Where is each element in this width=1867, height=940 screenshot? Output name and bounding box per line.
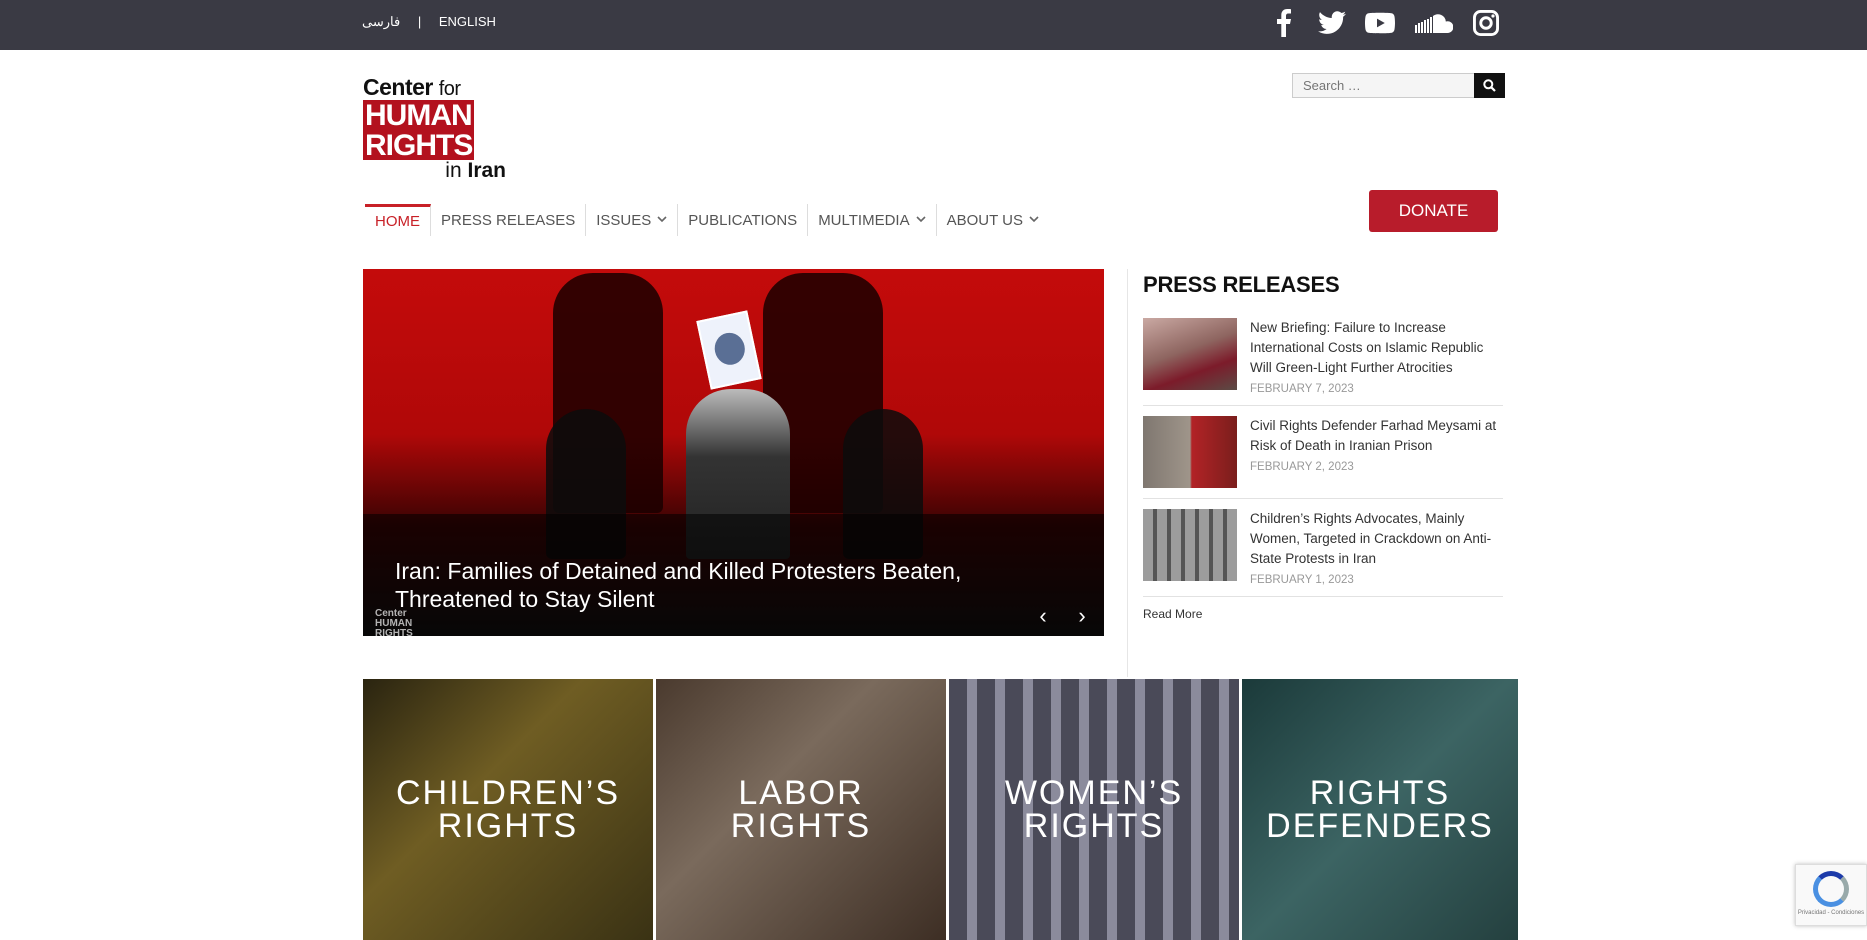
recaptcha-badge[interactable]: Privacidad - Condiciones [1795,864,1867,926]
tile-rights-defenders[interactable]: RIGHTS DEFENDERS [1242,679,1518,940]
slider-watermark-logo: Center HUMAN RIGHTS [375,608,413,637]
slider-prev-arrow[interactable]: ‹ [1033,605,1053,627]
press-release-title[interactable]: Civil Rights Defender Farhad Meysami at … [1250,416,1503,456]
search-button[interactable] [1474,73,1505,98]
press-release-date: FEBRUARY 2, 2023 [1250,461,1354,473]
slider-next-arrow[interactable]: › [1072,605,1092,627]
press-releases-panel: PRESS RELEASES New Briefing: Failure to … [1143,272,1503,621]
twitter-icon[interactable] [1317,8,1347,38]
nav-item-multimedia[interactable]: MULTIMEDIA [808,204,937,236]
donate-button[interactable]: DONATE [1369,190,1498,232]
press-release-thumbnail[interactable] [1143,416,1237,488]
youtube-icon[interactable] [1365,8,1395,38]
column-divider [1127,269,1128,677]
nav-item-home[interactable]: HOME [365,204,431,236]
press-release-date: FEBRUARY 7, 2023 [1250,383,1354,395]
nav-item-label: ISSUES [596,211,652,229]
tile-childrens-rights[interactable]: CHILDREN’S RIGHTS [363,679,653,940]
chevron-down-icon [1029,214,1039,226]
nav-item-label: ABOUT US [946,211,1023,229]
press-release-title[interactable]: Children’s Rights Advocates, Mainly Wome… [1250,509,1503,569]
tile-label: WOMEN’S RIGHTS [1004,773,1184,845]
language-switcher: فارسی | ENGLISH [362,14,510,30]
press-release-date: FEBRUARY 1, 2023 [1250,574,1354,586]
site-logo[interactable]: Center for HUMAN RIGHTS in Iran [363,76,508,182]
press-release-item[interactable]: Children’s Rights Advocates, Mainly Wome… [1143,509,1503,597]
chevron-down-icon [916,214,926,226]
tile-label: CHILDREN’S RIGHTS [395,773,621,845]
tile-label: RIGHTS DEFENDERS [1266,773,1494,845]
logo-line-2: HUMAN [363,99,474,132]
lang-english-link[interactable]: ENGLISH [439,14,496,29]
nav-item-press-releases[interactable]: PRESS RELEASES [431,204,587,236]
issue-tiles: CHILDREN’S RIGHTS LABOR RIGHTS WOMEN’S RIGH… [363,679,1518,940]
social-links [1269,8,1501,38]
search-input[interactable] [1292,73,1474,98]
read-more-link[interactable]: Read More [1143,607,1503,621]
chevron-down-icon [657,214,667,226]
instagram-icon[interactable] [1471,8,1501,38]
press-release-item[interactable]: Civil Rights Defender Farhad Meysami at … [1143,416,1503,499]
nav-item-label: HOME [375,213,420,230]
press-release-thumbnail[interactable] [1143,318,1237,390]
nav-item-label: MULTIMEDIA [818,211,910,229]
recaptcha-icon [1813,871,1849,907]
nav-item-label: PRESS RELEASES [441,211,576,229]
logo-line-1: Center for [363,74,461,101]
main-nav: HOME PRESS RELEASES ISSUES PUBLICATIONS MULT… [365,204,1049,236]
tile-womens-rights[interactable]: WOMEN’S RIGHTS [949,679,1239,940]
logo-line-4: in Iran [445,159,506,182]
nav-item-issues[interactable]: ISSUES [586,204,679,236]
tile-label: LABOR RIGHTS [730,773,872,845]
search-form [1292,73,1505,98]
nav-item-publications[interactable]: PUBLICATIONS [678,204,809,236]
nav-item-label: PUBLICATIONS [688,211,798,229]
lang-separator: | [417,14,422,29]
press-release-thumbnail[interactable] [1143,509,1237,581]
search-icon [1483,79,1496,92]
press-release-item[interactable]: New Briefing: Failure to Increase Intern… [1143,318,1503,406]
soundcloud-icon[interactable] [1413,8,1453,38]
recaptcha-text: Privacidad - Condiciones [1797,910,1865,916]
hero-slider[interactable]: Iran: Families of Detained and Killed Pr… [363,269,1104,636]
lang-farsi-link[interactable]: فارسی [362,14,400,29]
press-releases-heading: PRESS RELEASES [1143,272,1340,297]
nav-item-about-us[interactable]: ABOUT US [937,204,1049,236]
facebook-icon[interactable] [1269,8,1299,38]
logo-line-3: RIGHTS [363,129,475,162]
slider-title[interactable]: Iran: Families of Detained and Killed Pr… [395,557,1045,613]
press-release-title[interactable]: New Briefing: Failure to Increase Intern… [1250,318,1503,378]
top-bar: فارسی | ENGLISH [0,0,1867,50]
tile-labor-rights[interactable]: LABOR RIGHTS [656,679,946,940]
